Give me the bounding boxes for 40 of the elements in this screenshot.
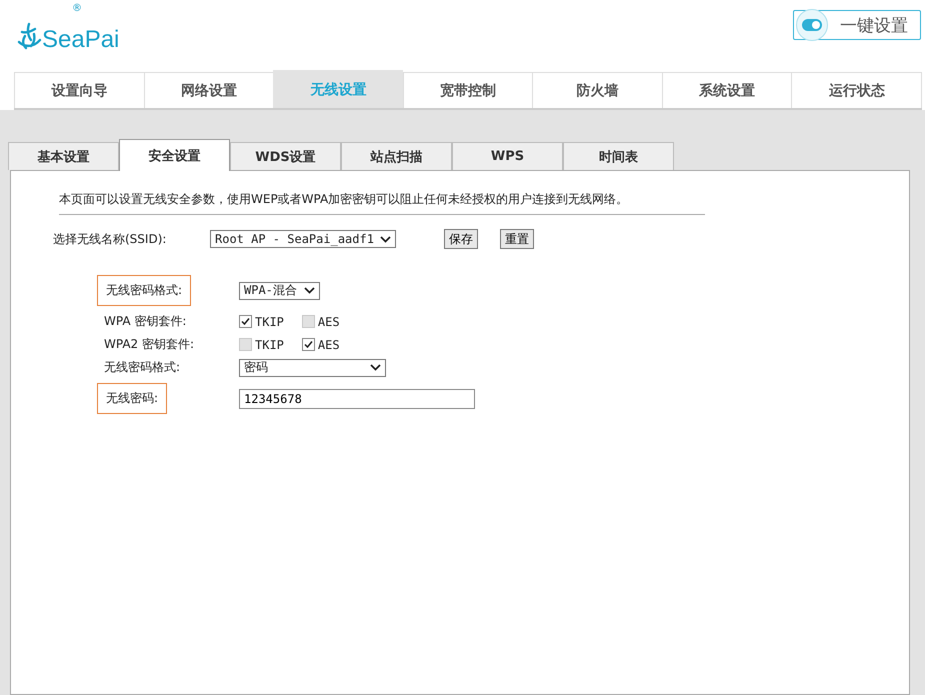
password-field[interactable]: 12345678 <box>239 388 475 408</box>
field-label: 无线密码格式: <box>97 275 192 306</box>
format-select[interactable]: WPA-混合 <box>239 282 320 300</box>
sub-tab[interactable]: 时间表 <box>563 142 674 170</box>
sub-tab[interactable]: WDS设置 <box>230 142 341 170</box>
checkbox-label: AES <box>318 338 340 352</box>
checkbox[interactable] <box>239 338 252 351</box>
field-label: 无线密码格式: <box>104 359 180 376</box>
chevron-down-icon <box>370 364 381 371</box>
checkbox-label: TKIP <box>255 338 284 352</box>
ssid-select[interactable]: Root AP - SeaPai_aadf1 <box>210 230 396 248</box>
field-label: WPA 密钥套件: <box>104 313 186 330</box>
sub-tab[interactable]: 站点扫描 <box>341 142 452 170</box>
nav-tab[interactable]: 运行状态 <box>791 72 922 108</box>
nav-tab[interactable]: 宽带控制 <box>402 72 532 108</box>
form-button[interactable]: 重置 <box>500 229 534 249</box>
nav-tab[interactable]: 系统设置 <box>662 72 792 108</box>
field-label: 无线密码: <box>97 383 168 414</box>
description-text: 本页面可以设置无线安全参数，使用WEP或者WPA加密密钥可以阻止任何未经授权的用户连接到无线网络。 <box>59 189 705 215</box>
format-select[interactable]: 密码 <box>239 358 386 376</box>
checkbox[interactable] <box>302 315 315 328</box>
chevron-down-icon <box>380 236 391 242</box>
field-label: WPA2 密钥套件: <box>104 336 194 353</box>
nav-tab[interactable]: 防火墙 <box>532 72 662 108</box>
checkbox[interactable] <box>239 315 252 328</box>
checkbox-label: AES <box>318 314 340 328</box>
sub-tab[interactable]: WPS <box>452 142 563 170</box>
registered-mark: ® <box>72 3 82 14</box>
chevron-down-icon <box>304 287 315 294</box>
logo-text: SeaPai <box>42 28 120 52</box>
form-button[interactable]: 保存 <box>444 229 478 249</box>
sub-tab[interactable]: 基本设置 <box>8 142 119 170</box>
nav-tab[interactable]: 网络设置 <box>144 72 274 108</box>
checkbox[interactable] <box>302 338 315 351</box>
ssid-label: 选择无线名称(SSID): <box>53 230 168 248</box>
quick-setup-button[interactable]: 一键设置 <box>793 10 921 40</box>
sub-tab[interactable]: 安全设置 <box>119 139 230 171</box>
checkbox-label: TKIP <box>255 314 284 328</box>
logo-icon <box>16 22 42 52</box>
nav-tab[interactable]: 设置向导 <box>14 72 144 108</box>
